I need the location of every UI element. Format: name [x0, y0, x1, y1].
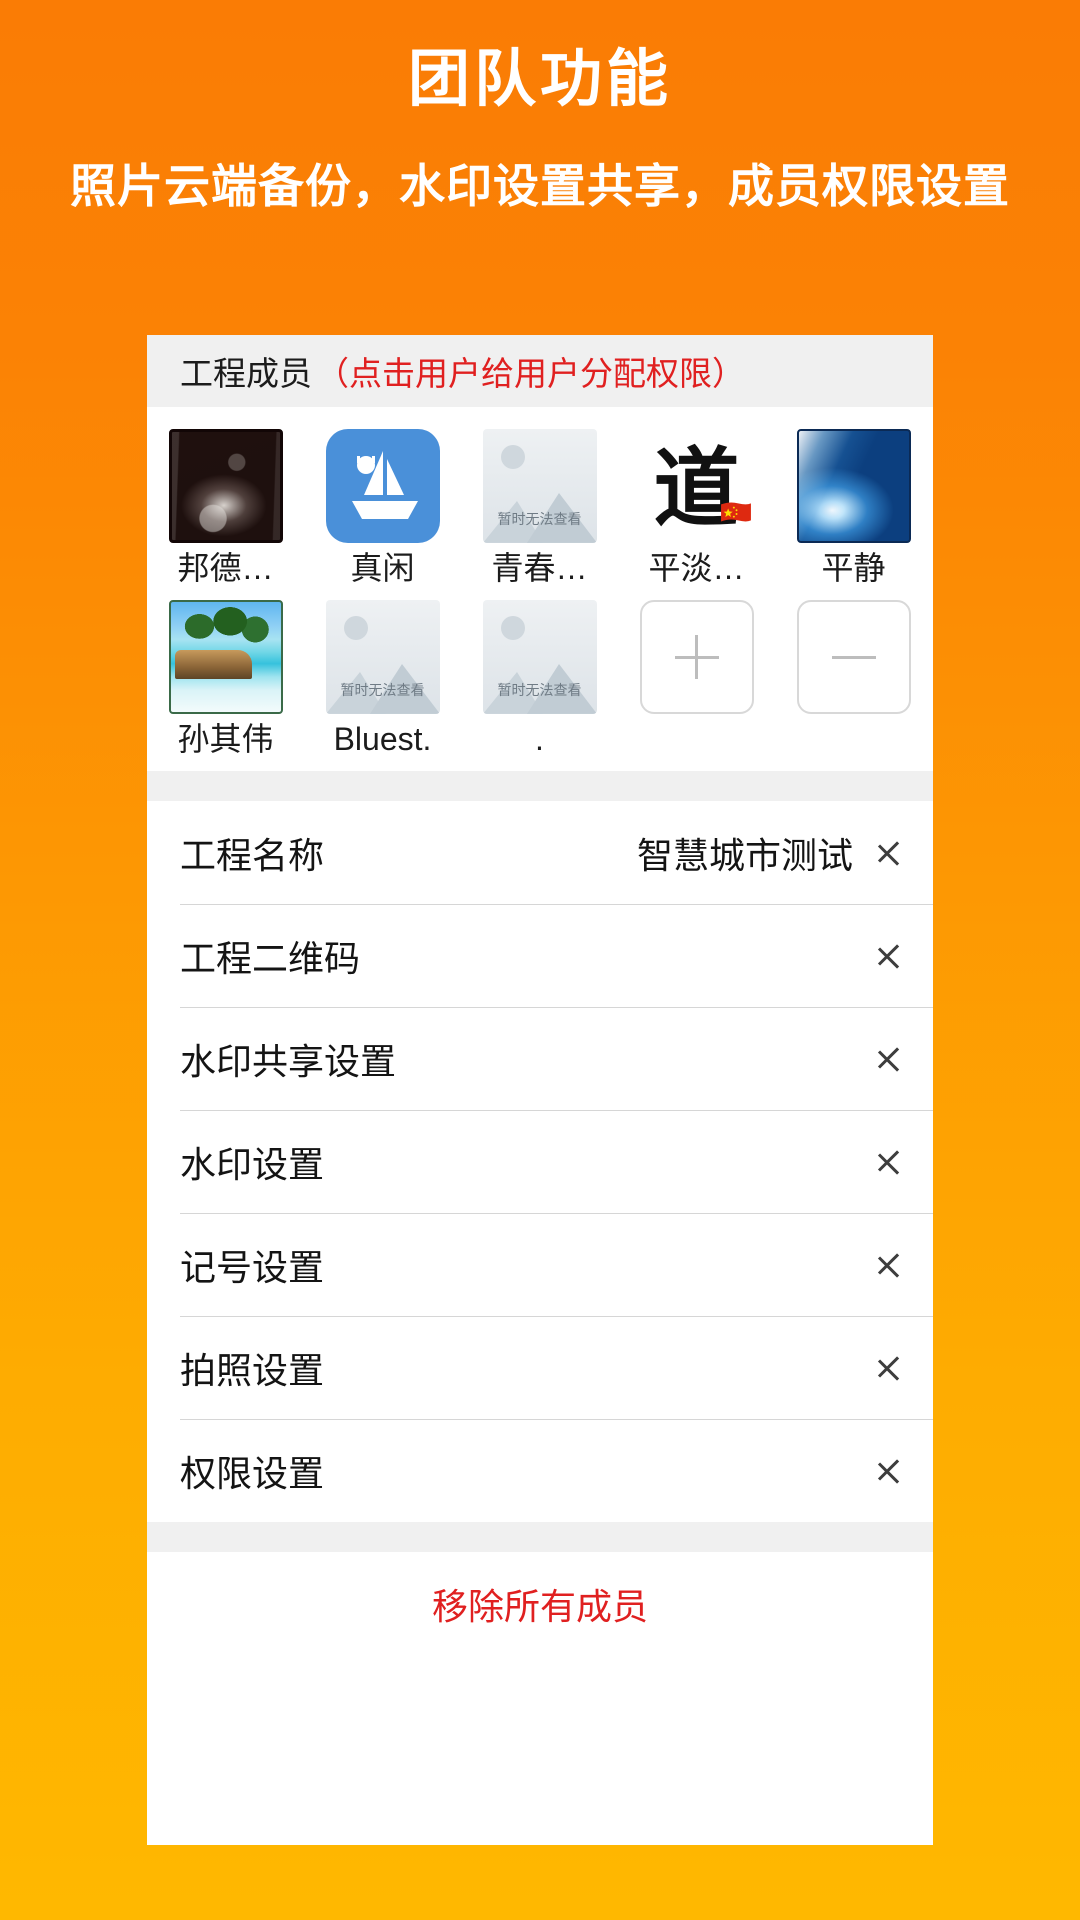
plus-icon-vertical — [695, 635, 698, 679]
remove-all-members-button[interactable]: 移除所有成员 — [432, 1578, 648, 1630]
member-item[interactable]: 道 平淡… — [618, 419, 775, 590]
member-item[interactable]: 暂时无法查看 青春… — [461, 419, 618, 590]
member-item[interactable]: 平静 — [775, 419, 932, 590]
remove-member-cell[interactable]: − — [775, 590, 932, 761]
remove-member-button[interactable] — [796, 600, 911, 714]
avatar[interactable]: 暂时无法查看 — [482, 600, 597, 714]
add-member-button[interactable] — [639, 600, 754, 714]
placeholder-sun-icon — [500, 444, 525, 469]
placeholder-sun-icon — [500, 615, 525, 640]
member-item[interactable]: 邦德… — [147, 419, 304, 590]
member-label: . — [535, 723, 544, 757]
member-item[interactable]: 孙其伟 — [147, 590, 304, 761]
placeholder-text: 暂时无法查看 — [497, 511, 582, 527]
settings-row-project-qrcode[interactable]: 工程二维码 — [147, 904, 933, 1007]
promo-header: 团队功能 照片云端备份，水印设置共享，成员权限设置 — [0, 0, 1080, 214]
member-item[interactable]: 真闲 — [304, 419, 461, 590]
avatar[interactable] — [325, 429, 440, 543]
chevron-right-icon — [877, 1037, 903, 1081]
member-label: 孙其伟 — [177, 723, 274, 757]
promo-subtitle: 照片云端备份，水印设置共享，成员权限设置 — [70, 160, 1010, 213]
phone-screen-card: 工程成员 （点击用户给用户分配权限） 邦德… 真闲 暂时无法查看 青春… 道 平… — [147, 335, 933, 1845]
settings-row-permissions[interactable]: 权限设置 — [147, 1419, 933, 1522]
row-label: 记号设置 — [180, 1246, 325, 1288]
chevron-right-icon — [877, 831, 903, 875]
row-label: 工程二维码 — [180, 937, 361, 979]
member-item[interactable]: 暂时无法查看 . — [461, 590, 618, 761]
row-label: 水印共享设置 — [180, 1040, 397, 1082]
chevron-right-icon — [877, 1140, 903, 1184]
promo-title: 团队功能 — [407, 45, 672, 114]
chevron-right-icon — [877, 1449, 903, 1493]
row-label: 工程名称 — [180, 834, 325, 876]
member-item[interactable]: 暂时无法查看 Bluest. — [304, 590, 461, 761]
member-label: 邦德… — [177, 552, 274, 586]
row-label: 水印设置 — [180, 1143, 325, 1185]
placeholder-text: 暂时无法查看 — [497, 682, 582, 698]
china-flag-icon — [720, 502, 751, 522]
settings-row-project-name[interactable]: 工程名称 智慧城市测试 — [147, 801, 933, 904]
add-member-cell[interactable]: + — [618, 590, 775, 761]
minus-icon — [831, 655, 876, 659]
footer: 移除所有成员 — [147, 1552, 933, 1656]
sailboat-icon — [351, 451, 418, 519]
settings-list: 工程名称 智慧城市测试 工程二维码 水印共享设置 水印设置 记号设置 拍照设置 — [147, 801, 933, 1522]
row-value: 智慧城市测试 — [636, 834, 853, 876]
placeholder-sun-icon — [343, 615, 368, 640]
footer-divider — [147, 1522, 933, 1552]
members-section-note: （点击用户给用户分配权限） — [316, 355, 745, 392]
members-section-title: 工程成员 — [180, 355, 312, 392]
row-label: 权限设置 — [180, 1452, 325, 1494]
member-label: 平淡… — [648, 552, 745, 586]
settings-row-camera[interactable]: 拍照设置 — [147, 1316, 933, 1419]
avatar[interactable] — [168, 600, 283, 714]
settings-row-mark[interactable]: 记号设置 — [147, 1213, 933, 1316]
members-section-header: 工程成员 （点击用户给用户分配权限） — [147, 335, 933, 407]
member-label: 平静 — [821, 552, 886, 586]
row-label: 拍照设置 — [180, 1349, 325, 1391]
section-divider — [147, 771, 933, 801]
chevron-right-icon — [877, 1243, 903, 1287]
avatar[interactable] — [168, 429, 283, 543]
member-label: 青春… — [491, 552, 588, 586]
settings-row-watermark[interactable]: 水印设置 — [147, 1110, 933, 1213]
members-grid: 邦德… 真闲 暂时无法查看 青春… 道 平淡… 平静 孙其伟 暂时无法查看 Bl… — [147, 407, 933, 771]
chevron-right-icon — [877, 934, 903, 978]
placeholder-text: 暂时无法查看 — [340, 682, 425, 698]
avatar[interactable]: 暂时无法查看 — [325, 600, 440, 714]
avatar[interactable]: 暂时无法查看 — [482, 429, 597, 543]
settings-row-watermark-share[interactable]: 水印共享设置 — [147, 1007, 933, 1110]
chevron-right-icon — [877, 1346, 903, 1390]
avatar[interactable] — [796, 429, 911, 543]
member-label: 真闲 — [350, 552, 415, 586]
avatar[interactable]: 道 — [639, 429, 754, 543]
member-label: Bluest. — [333, 723, 432, 757]
